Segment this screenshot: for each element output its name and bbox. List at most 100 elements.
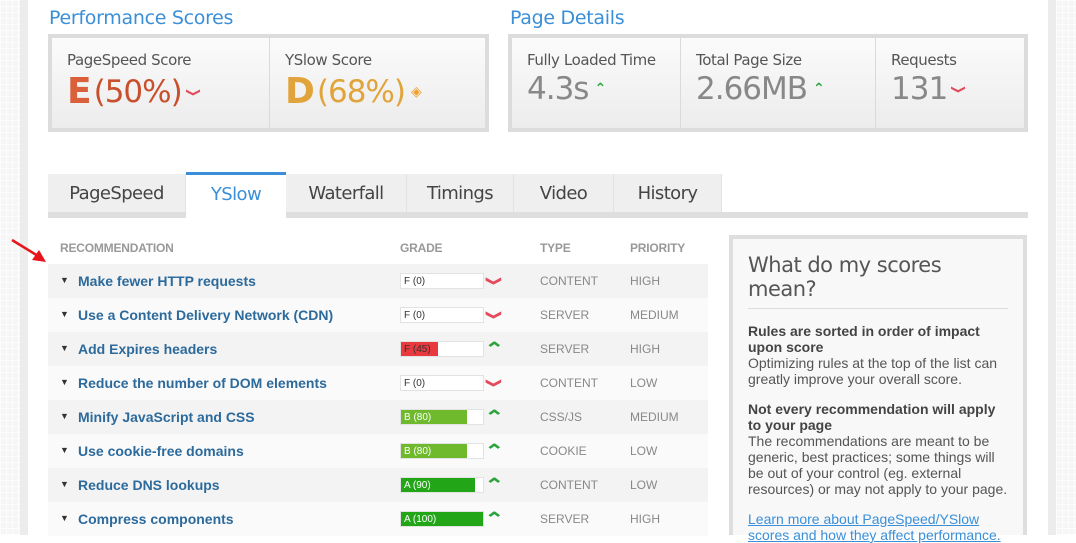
trend-up-icon: ⌃ xyxy=(484,475,505,496)
info-text-1: Optimizing rules at the top of the list … xyxy=(748,355,998,387)
table-row[interactable]: ▼ Minify JavaScript and CSS B (80) ⌃ CSS/JS M… xyxy=(48,400,708,434)
fully-loaded-value: 4.3s xyxy=(527,71,589,107)
learn-more-link[interactable]: Learn more about PageSpeed/YSlow scores … xyxy=(748,511,1008,543)
trend-neutral-icon: ◈ xyxy=(410,83,422,100)
expand-caret-icon[interactable]: ▼ xyxy=(60,479,69,489)
pagespeed-grade: E xyxy=(67,71,92,112)
page-background-left xyxy=(0,0,20,535)
expand-caret-icon[interactable]: ▼ xyxy=(60,445,69,455)
expand-caret-icon[interactable]: ▼ xyxy=(60,411,69,421)
recommendation-table: ▼ Make fewer HTTP requests F (0) ❯ CONTENT HI… xyxy=(48,264,708,536)
grade-label: F (0) xyxy=(404,378,426,389)
trend-up-icon: ⌃ xyxy=(594,81,606,97)
performance-scores-title: Performance Scores xyxy=(49,7,234,29)
recommendation-type: CSS/JS xyxy=(540,410,583,424)
annotation-arrow-icon xyxy=(11,238,46,262)
yslow-percent: (68%) xyxy=(316,73,406,110)
expand-caret-icon[interactable]: ▼ xyxy=(60,275,69,285)
recommendation-name[interactable]: Compress components xyxy=(78,511,234,527)
yslow-grade: D xyxy=(285,71,315,112)
yslow-score: YSlow Score D (68%) ◈ xyxy=(269,38,485,128)
trend-up-icon: ⌃ xyxy=(484,441,505,462)
recommendation-type: COOKIE xyxy=(540,444,587,458)
total-page-size: Total Page Size 2.66MB ⌃ xyxy=(680,38,875,128)
column-header-type[interactable]: TYPE xyxy=(540,241,571,255)
table-row[interactable]: ▼ Use cookie-free domains B (80) ⌃ COOKIE LOW xyxy=(48,434,708,468)
page-details-title: Page Details xyxy=(510,7,625,29)
grade-label: B (80) xyxy=(404,446,432,457)
trend-down-icon: ❯ xyxy=(485,377,503,389)
pagespeed-score: PageSpeed Score E (50%) ❯ xyxy=(52,38,269,128)
recommendation-name[interactable]: Use cookie-free domains xyxy=(78,443,244,459)
recommendation-type: CONTENT xyxy=(540,478,598,492)
recommendation-name[interactable]: Minify JavaScript and CSS xyxy=(78,409,255,425)
fully-loaded-label: Fully Loaded Time xyxy=(527,51,656,69)
table-row[interactable]: ▼ Reduce the number of DOM elements F (0) ❯… xyxy=(48,366,708,400)
recommendation-name[interactable]: Make fewer HTTP requests xyxy=(78,273,256,289)
recommendation-name[interactable]: Reduce DNS lookups xyxy=(78,477,220,493)
tab-yslow[interactable]: YSlow xyxy=(186,172,286,218)
tab-waterfall[interactable]: Waterfall xyxy=(286,174,407,212)
recommendation-priority: MEDIUM xyxy=(630,410,679,424)
trend-down-icon: ❯ xyxy=(485,309,503,321)
expand-caret-icon[interactable]: ▼ xyxy=(60,309,69,319)
grade-label: A (90) xyxy=(404,480,431,491)
page-size-value: 2.66MB xyxy=(696,71,808,107)
recommendation-priority: HIGH xyxy=(630,512,660,526)
page-size-label: Total Page Size xyxy=(696,51,802,69)
recommendation-name[interactable]: Use a Content Delivery Network (CDN) xyxy=(78,307,333,323)
grade-bar: A (100) xyxy=(400,511,484,527)
grade-bar: B (80) xyxy=(400,409,484,425)
expand-caret-icon[interactable]: ▼ xyxy=(60,343,69,353)
table-row[interactable]: ▼ Compress components A (100) ⌃ SERVER HIGH xyxy=(48,502,708,536)
pagespeed-score-label: PageSpeed Score xyxy=(67,51,192,69)
expand-caret-icon[interactable]: ▼ xyxy=(60,377,69,387)
column-header-priority[interactable]: PRIORITY xyxy=(630,241,685,255)
grade-label: F (0) xyxy=(404,310,426,321)
page-border-left xyxy=(20,0,28,535)
grade-bar: A (90) xyxy=(400,477,484,493)
table-row[interactable]: ▼ Reduce DNS lookups A (90) ⌃ CONTENT LOW xyxy=(48,468,708,502)
grade-label: F (45) xyxy=(404,344,431,355)
page-border-right xyxy=(1048,0,1056,535)
grade-bar: F (0) xyxy=(400,307,484,323)
recommendation-priority: HIGH xyxy=(630,274,660,288)
expand-caret-icon[interactable]: ▼ xyxy=(60,513,69,523)
recommendation-priority: HIGH xyxy=(630,342,660,356)
trend-up-icon: ⌃ xyxy=(484,509,505,530)
table-row[interactable]: ▼ Use a Content Delivery Network (CDN) F (… xyxy=(48,298,708,332)
trend-up-icon: ⌃ xyxy=(484,339,505,360)
pagespeed-percent: (50%) xyxy=(93,73,183,110)
column-header-grade[interactable]: GRADE xyxy=(400,241,443,255)
tab-history[interactable]: History xyxy=(614,174,722,212)
trend-up-icon: ⌃ xyxy=(813,81,825,97)
table-row[interactable]: ▼ Make fewer HTTP requests F (0) ❯ CONTENT HI… xyxy=(48,264,708,298)
info-heading-1: Rules are sorted in order of impact upon… xyxy=(748,323,980,355)
grade-label: B (80) xyxy=(404,412,432,423)
tab-timings[interactable]: Timings xyxy=(407,174,514,212)
recommendation-type: CONTENT xyxy=(540,274,598,288)
recommendation-priority: LOW xyxy=(630,444,658,458)
trend-down-icon: ❯ xyxy=(185,87,202,96)
recommendation-type: SERVER xyxy=(540,512,590,526)
recommendation-name[interactable]: Add Expires headers xyxy=(78,341,217,357)
grade-bar: F (45) xyxy=(400,341,484,357)
recommendation-priority: LOW xyxy=(630,478,658,492)
recommendation-type: SERVER xyxy=(540,342,590,356)
requests-label: Requests xyxy=(891,51,957,69)
grade-bar: F (0) xyxy=(400,375,484,391)
requests: Requests 131 ❯ xyxy=(875,38,1024,128)
grade-bar: B (80) xyxy=(400,443,484,459)
info-heading-2: Not every recommendation will apply to y… xyxy=(748,401,996,433)
fully-loaded-time: Fully Loaded Time 4.3s ⌃ xyxy=(512,38,680,128)
recommendation-priority: MEDIUM xyxy=(630,308,679,322)
trend-down-icon: ❯ xyxy=(485,275,503,287)
tab-video[interactable]: Video xyxy=(514,174,614,212)
grade-label: A (100) xyxy=(404,514,437,525)
recommendation-name[interactable]: Reduce the number of DOM elements xyxy=(78,375,327,391)
table-row[interactable]: ▼ Add Expires headers F (45) ⌃ SERVER HIGH xyxy=(48,332,708,366)
page-details-card: Fully Loaded Time 4.3s ⌃ Total Page Size… xyxy=(508,34,1028,132)
tab-pagespeed[interactable]: PageSpeed xyxy=(48,174,186,212)
column-header-recommendation[interactable]: RECOMMENDATION xyxy=(60,241,174,255)
requests-value: 131 xyxy=(891,71,948,107)
